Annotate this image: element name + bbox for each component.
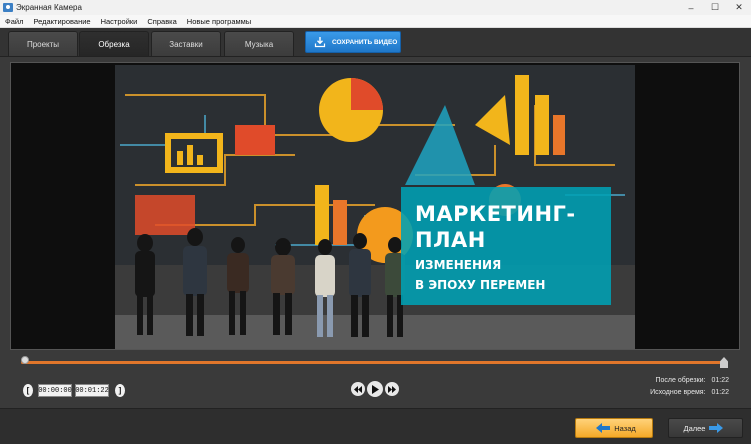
camera-app-icon [3,3,13,12]
arrow-left-icon [596,423,611,433]
title-bar: Экранная Камера – ☐ ✕ [0,0,751,15]
back-button[interactable]: Назад [575,418,653,438]
menu-bar: Файл Редактирование Настройки Справка Но… [0,15,751,28]
set-end-button[interactable]: ] [115,384,125,397]
start-marker-label: [ [26,386,30,395]
arrow-right-icon [709,423,724,433]
trim-end-handle[interactable] [720,357,728,368]
end-time-field[interactable]: 00:01:22 [75,384,109,397]
tab-intros[interactable]: Заставки [151,31,221,56]
tab-label: Заставки [169,39,203,49]
menu-edit[interactable]: Редактирование [28,17,95,26]
after-trim-label: После обрезки: [655,377,706,384]
window-title: Экранная Камера [16,3,82,12]
forward-icon [388,385,396,393]
after-trim-info: После обрезки: 01:22 [656,377,730,384]
overlay-title-line2: ПЛАН [415,228,486,252]
play-icon [372,384,379,394]
maximize-icon[interactable]: ☐ [703,0,727,15]
window-controls: – ☐ ✕ [679,0,751,15]
toolbar: Проекты Обрезка Заставки Музыка СОХРАНИТ… [0,28,751,57]
save-video-button[interactable]: СОХРАНИТЬ ВИДЕО [305,31,401,53]
next-label: Далее [683,423,706,433]
back-label: Назад [614,423,636,433]
rewind-button[interactable] [351,382,365,396]
rewind-icon [354,385,362,393]
source-time-value: 01:22 [711,389,729,396]
playhead-handle[interactable] [21,356,29,364]
video-preview[interactable]: МАРКЕТИНГ- ПЛАН ИЗМЕНЕНИЯ В ЭПОХУ ПЕРЕМЕ… [10,62,740,350]
tab-trim[interactable]: Обрезка [79,31,149,56]
menu-help[interactable]: Справка [142,17,181,26]
tab-label: Проекты [26,39,60,49]
start-time-value: 00:00:00 [38,386,72,395]
next-button[interactable]: Далее [668,418,743,438]
play-button[interactable] [367,381,383,397]
tab-music[interactable]: Музыка [224,31,294,56]
overlay-title-line1: МАРКЕТИНГ- [415,202,576,226]
save-video-label: СОХРАНИТЬ ВИДЕО [332,38,398,46]
title-overlay: МАРКЕТИНГ- ПЛАН ИЗМЕНЕНИЯ В ЭПОХУ ПЕРЕМЕ… [401,187,611,305]
menu-new-programs[interactable]: Новые программы [182,17,256,26]
download-icon [314,37,326,48]
video-frame-image: МАРКЕТИНГ- ПЛАН ИЗМЕНЕНИЯ В ЭПОХУ ПЕРЕМЕ… [115,65,635,349]
overlay-subtitle-line2: В ЭПОХУ ПЕРЕМЕН [415,278,546,292]
source-time-label: Исходное время: [650,389,706,396]
overlay-subtitle-line1: ИЗМЕНЕНИЯ [415,258,502,272]
tab-label: Музыка [244,39,274,49]
menu-file[interactable]: Файл [0,17,28,26]
end-time-value: 00:01:22 [75,386,109,395]
set-start-button[interactable]: [ [23,384,33,397]
end-marker-label: ] [118,386,122,395]
source-time-info: Исходное время: 01:22 [650,389,729,396]
start-time-field[interactable]: 00:00:00 [38,384,72,397]
close-icon[interactable]: ✕ [727,0,751,15]
trim-timeline[interactable] [21,361,727,364]
forward-button[interactable] [385,382,399,396]
app-window: Экранная Камера – ☐ ✕ Файл Редактировани… [0,0,751,444]
minimize-icon[interactable]: – [679,0,703,15]
tab-projects[interactable]: Проекты [8,31,78,56]
tab-label: Обрезка [98,39,130,49]
menu-settings[interactable]: Настройки [96,17,143,26]
after-trim-value: 01:22 [711,377,729,384]
